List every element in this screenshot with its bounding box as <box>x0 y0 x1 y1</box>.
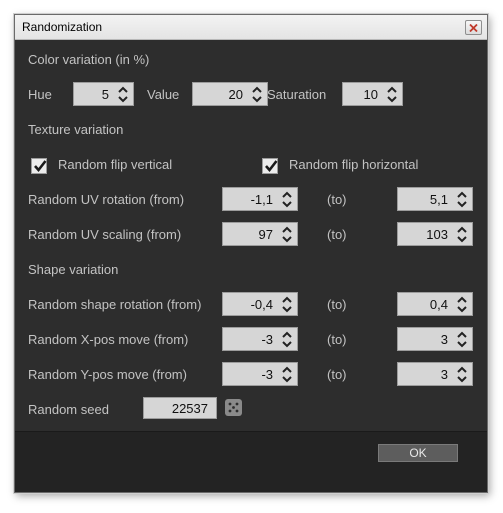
title-bar[interactable]: Randomization <box>15 15 487 40</box>
ypos-to-label: (to) <box>327 367 347 382</box>
random-seed-input[interactable]: 22537 <box>143 397 217 419</box>
dice-icon[interactable] <box>225 399 242 416</box>
hue-spinbox[interactable]: 5 <box>73 82 134 106</box>
saturation-label: Saturation <box>267 87 327 102</box>
uv-scaling-from-spinbox[interactable]: 97 <box>222 222 298 246</box>
xpos-move-label: Random X-pos move (from) <box>28 332 189 347</box>
ok-button[interactable]: OK <box>378 444 458 462</box>
ypos-from-spinbox[interactable]: -3 <box>222 362 298 386</box>
spin-arrows-icon[interactable] <box>281 366 293 383</box>
value-spinbox[interactable]: 20 <box>192 82 268 106</box>
ypos-to-spinbox[interactable]: 3 <box>397 362 473 386</box>
value-value: 20 <box>228 87 243 102</box>
spin-arrows-icon[interactable] <box>281 226 293 243</box>
hue-value: 5 <box>101 87 109 102</box>
uv-scaling-label: Random UV scaling (from) <box>28 227 182 242</box>
xpos-from-spinbox[interactable]: -3 <box>222 327 298 351</box>
close-icon <box>469 23 478 32</box>
uv-rotation-to-label: (to) <box>327 192 347 207</box>
xpos-to-label: (to) <box>327 332 347 347</box>
uv-rotation-label: Random UV rotation (from) <box>28 192 185 207</box>
spin-arrows-icon[interactable] <box>456 226 468 243</box>
hue-label: Hue <box>28 87 52 102</box>
texture-variation-heading: Texture variation <box>28 122 124 137</box>
close-button[interactable] <box>465 20 482 35</box>
xpos-to-spinbox[interactable]: 3 <box>397 327 473 351</box>
shape-rotation-from-spinbox[interactable]: -0,4 <box>222 292 298 316</box>
spin-arrows-icon[interactable] <box>456 191 468 208</box>
ypos-to-value: 3 <box>440 367 448 382</box>
flip-vertical-checkbox[interactable] <box>31 158 47 174</box>
spin-arrows-icon[interactable] <box>456 296 468 313</box>
checkmark-icon <box>265 160 278 173</box>
value-label: Value <box>147 87 180 102</box>
spin-arrows-icon[interactable] <box>456 366 468 383</box>
uv-scaling-to-label: (to) <box>327 227 347 242</box>
window-title: Randomization <box>22 20 103 34</box>
ypos-from-value: -3 <box>261 367 273 382</box>
uv-scaling-to-value: 103 <box>426 227 448 242</box>
shape-rotation-to-label: (to) <box>327 297 347 312</box>
uv-scaling-to-spinbox[interactable]: 103 <box>397 222 473 246</box>
random-seed-label: Random seed <box>28 402 109 417</box>
uv-scaling-from-value: 97 <box>258 227 273 242</box>
flip-horizontal-label[interactable]: Random flip horizontal <box>289 157 418 172</box>
randomization-dialog: Randomization Color variation (in %) Hue… <box>14 14 488 493</box>
dialog-content: Color variation (in %) Hue 5 Value 20 Sa… <box>15 40 487 492</box>
shape-variation-heading: Shape variation <box>28 262 119 277</box>
dialog-footer: OK <box>15 431 487 492</box>
spin-arrows-icon[interactable] <box>281 331 293 348</box>
shape-rotation-from-value: -0,4 <box>250 297 273 312</box>
color-variation-heading: Color variation (in %) <box>28 52 150 67</box>
spin-arrows-icon[interactable] <box>117 86 129 103</box>
spin-arrows-icon[interactable] <box>251 86 263 103</box>
uv-rotation-from-value: -1,1 <box>250 192 273 207</box>
saturation-value: 10 <box>363 87 378 102</box>
xpos-from-value: -3 <box>261 332 273 347</box>
uv-rotation-to-spinbox[interactable]: 5,1 <box>397 187 473 211</box>
shape-rotation-label: Random shape rotation (from) <box>28 297 202 312</box>
spin-arrows-icon[interactable] <box>456 331 468 348</box>
spin-arrows-icon[interactable] <box>281 296 293 313</box>
shape-rotation-to-value: 0,4 <box>429 297 448 312</box>
ypos-move-label: Random Y-pos move (from) <box>28 367 187 382</box>
shape-rotation-to-spinbox[interactable]: 0,4 <box>397 292 473 316</box>
flip-vertical-label[interactable]: Random flip vertical <box>58 157 172 172</box>
flip-horizontal-checkbox[interactable] <box>262 158 278 174</box>
saturation-spinbox[interactable]: 10 <box>342 82 403 106</box>
spin-arrows-icon[interactable] <box>386 86 398 103</box>
spin-arrows-icon[interactable] <box>281 191 293 208</box>
random-seed-value: 22537 <box>171 401 208 416</box>
checkmark-icon <box>34 160 47 173</box>
uv-rotation-to-value: 5,1 <box>429 192 448 207</box>
uv-rotation-from-spinbox[interactable]: -1,1 <box>222 187 298 211</box>
xpos-to-value: 3 <box>440 332 448 347</box>
